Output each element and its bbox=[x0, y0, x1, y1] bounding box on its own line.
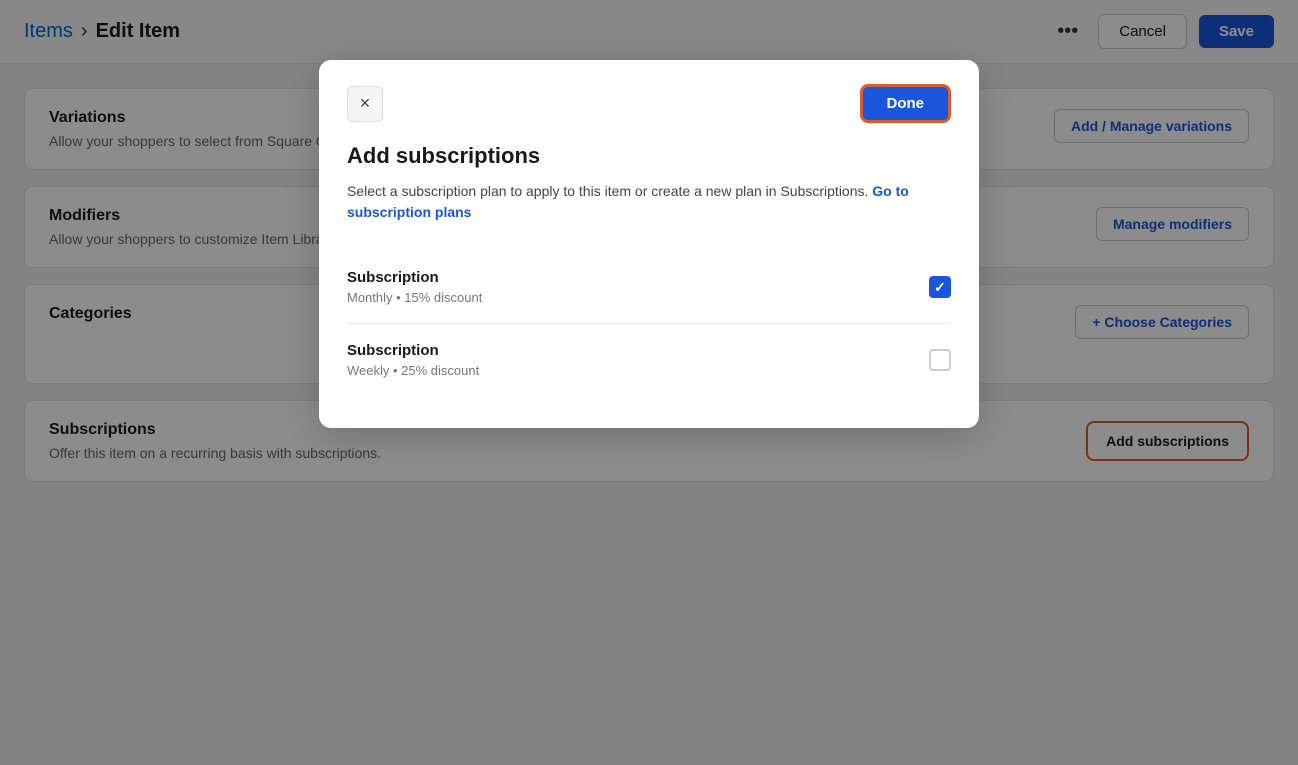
checkmark-icon-1: ✓ bbox=[934, 279, 946, 296]
modal-done-button[interactable]: Done bbox=[860, 84, 952, 123]
subscription-name-2: Subscription bbox=[347, 342, 479, 359]
subscription-item-2: Subscription Weekly • 25% discount bbox=[347, 324, 951, 396]
modal-close-button[interactable]: × bbox=[347, 86, 383, 122]
subscription-details-2: Weekly • 25% discount bbox=[347, 363, 479, 378]
modal-title: Add subscriptions bbox=[347, 143, 951, 169]
modal-desc-text: Select a subscription plan to apply to t… bbox=[347, 183, 868, 199]
modal-top-bar: × Done bbox=[347, 84, 951, 123]
subscription-item-1: Subscription Monthly • 15% discount ✓ bbox=[347, 251, 951, 324]
subscription-name-1: Subscription bbox=[347, 269, 482, 286]
modal-description: Select a subscription plan to apply to t… bbox=[347, 181, 951, 223]
subscription-checkbox-1[interactable]: ✓ bbox=[929, 276, 951, 298]
subscription-info-1: Subscription Monthly • 15% discount bbox=[347, 269, 482, 305]
subscription-info-2: Subscription Weekly • 25% discount bbox=[347, 342, 479, 378]
modal-overlay: × Done Add subscriptions Select a subscr… bbox=[0, 0, 1298, 765]
subscription-checkbox-2[interactable] bbox=[929, 349, 951, 371]
add-subscriptions-modal: × Done Add subscriptions Select a subscr… bbox=[319, 60, 979, 428]
subscription-details-1: Monthly • 15% discount bbox=[347, 290, 482, 305]
